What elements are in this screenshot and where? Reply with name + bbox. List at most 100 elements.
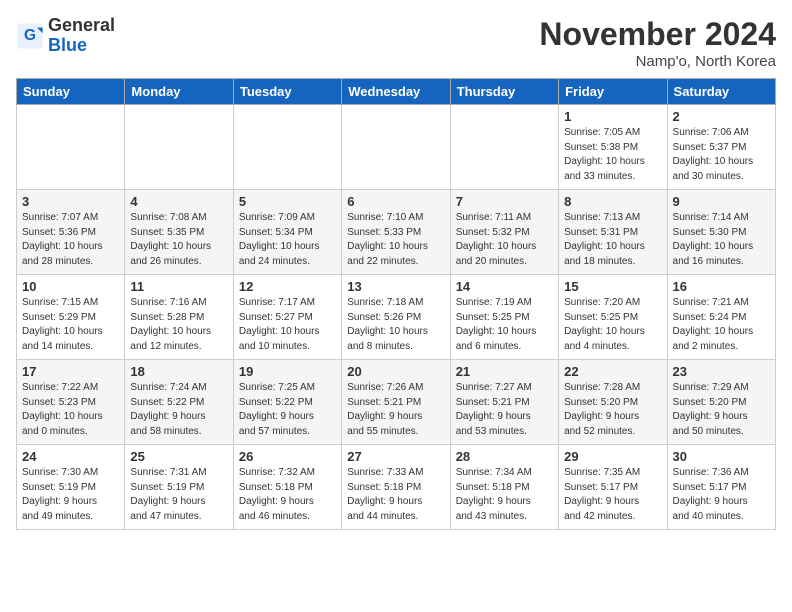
day-number: 16 xyxy=(673,279,770,294)
day-info: Sunrise: 7:35 AM Sunset: 5:17 PM Dayligh… xyxy=(564,466,661,524)
calendar-cell: 22 Sunrise: 7:28 AM Sunset: 5:20 PM Dayli… xyxy=(559,360,667,445)
calendar-header: SundayMondayTuesdayWednesdayThursdayFrid… xyxy=(17,79,776,105)
day-number: 22 xyxy=(564,364,661,379)
day-number: 18 xyxy=(130,364,227,379)
day-header-sunday: Sunday xyxy=(17,79,125,105)
calendar-body: 1 Sunrise: 7:05 AM Sunset: 5:38 PM Daylig… xyxy=(17,105,776,530)
day-info: Sunrise: 7:08 AM Sunset: 5:35 PM Dayligh… xyxy=(130,211,227,269)
day-number: 20 xyxy=(347,364,444,379)
day-info: Sunrise: 7:05 AM Sunset: 5:38 PM Dayligh… xyxy=(564,126,661,184)
day-number: 5 xyxy=(239,194,336,209)
calendar-cell: 11 Sunrise: 7:16 AM Sunset: 5:28 PM Dayli… xyxy=(125,275,233,360)
calendar-cell xyxy=(233,105,341,190)
day-number: 15 xyxy=(564,279,661,294)
day-info: Sunrise: 7:09 AM Sunset: 5:34 PM Dayligh… xyxy=(239,211,336,269)
day-info: Sunrise: 7:19 AM Sunset: 5:25 PM Dayligh… xyxy=(456,296,553,354)
calendar-cell: 12Sunrise: 7:17 AM Sunset: 5:27 PM Dayli… xyxy=(233,275,341,360)
day-header-thursday: Thursday xyxy=(450,79,558,105)
day-number: 14 xyxy=(456,279,553,294)
day-info: Sunrise: 7:10 AM Sunset: 5:33 PM Dayligh… xyxy=(347,211,444,269)
day-number: 12 xyxy=(239,279,336,294)
day-number: 9 xyxy=(673,194,770,209)
day-number: 21 xyxy=(456,364,553,379)
week-row-3: 10 Sunrise: 7:15 AM Sunset: 5:29 PM Dayli… xyxy=(17,275,776,360)
calendar-cell: 1 Sunrise: 7:05 AM Sunset: 5:38 PM Daylig… xyxy=(559,105,667,190)
day-number: 2 xyxy=(673,109,770,124)
calendar-cell: 5 Sunrise: 7:09 AM Sunset: 5:34 PM Daylig… xyxy=(233,190,341,275)
day-header-tuesday: Tuesday xyxy=(233,79,341,105)
day-number: 30 xyxy=(673,449,770,464)
day-info: Sunrise: 7:27 AM Sunset: 5:21 PM Dayligh… xyxy=(456,381,553,439)
calendar-cell: 24 Sunrise: 7:30 AM Sunset: 5:19 PM Dayli… xyxy=(17,445,125,530)
calendar-cell: 4 Sunrise: 7:08 AM Sunset: 5:35 PM Daylig… xyxy=(125,190,233,275)
day-info: Sunrise: 7:18 AM Sunset: 5:26 PM Dayligh… xyxy=(347,296,444,354)
calendar-cell xyxy=(342,105,450,190)
week-row-1: 1 Sunrise: 7:05 AM Sunset: 5:38 PM Daylig… xyxy=(17,105,776,190)
day-info: Sunrise: 7:21 AM Sunset: 5:24 PM Dayligh… xyxy=(673,296,770,354)
calendar-cell: 2 Sunrise: 7:06 AM Sunset: 5:37 PM Daylig… xyxy=(667,105,775,190)
day-info: Sunrise: 7:16 AM Sunset: 5:28 PM Dayligh… xyxy=(130,296,227,354)
logo-blue-text: Blue xyxy=(48,35,87,55)
calendar-cell: 6 Sunrise: 7:10 AM Sunset: 5:33 PM Daylig… xyxy=(342,190,450,275)
day-info: Sunrise: 7:11 AM Sunset: 5:32 PM Dayligh… xyxy=(456,211,553,269)
day-number: 11 xyxy=(130,279,227,294)
day-header-saturday: Saturday xyxy=(667,79,775,105)
calendar-cell xyxy=(125,105,233,190)
calendar-cell: 28Sunrise: 7:34 AM Sunset: 5:18 PM Dayli… xyxy=(450,445,558,530)
calendar-cell: 15 Sunrise: 7:20 AM Sunset: 5:25 PM Dayli… xyxy=(559,275,667,360)
day-number: 29 xyxy=(564,449,661,464)
calendar-cell: 17Sunrise: 7:22 AM Sunset: 5:23 PM Dayli… xyxy=(17,360,125,445)
day-info: Sunrise: 7:33 AM Sunset: 5:18 PM Dayligh… xyxy=(347,466,444,524)
calendar-table: SundayMondayTuesdayWednesdayThursdayFrid… xyxy=(16,78,776,530)
logo-general-text: General xyxy=(48,15,115,35)
calendar-cell: 10 Sunrise: 7:15 AM Sunset: 5:29 PM Dayli… xyxy=(17,275,125,360)
day-number: 1 xyxy=(564,109,661,124)
calendar-cell: 27Sunrise: 7:33 AM Sunset: 5:18 PM Dayli… xyxy=(342,445,450,530)
logo: G General Blue xyxy=(16,16,115,56)
calendar-title: November 2024 xyxy=(539,16,776,53)
day-number: 17 xyxy=(22,364,119,379)
calendar-cell: 23 Sunrise: 7:29 AM Sunset: 5:20 PM Dayli… xyxy=(667,360,775,445)
logo-icon: G xyxy=(16,22,44,50)
day-number: 3 xyxy=(22,194,119,209)
day-info: Sunrise: 7:15 AM Sunset: 5:29 PM Dayligh… xyxy=(22,296,119,354)
day-number: 7 xyxy=(456,194,553,209)
calendar-cell: 19Sunrise: 7:25 AM Sunset: 5:22 PM Dayli… xyxy=(233,360,341,445)
day-number: 23 xyxy=(673,364,770,379)
day-header-monday: Monday xyxy=(125,79,233,105)
calendar-subtitle: Namp'o, North Korea xyxy=(539,53,776,70)
day-info: Sunrise: 7:28 AM Sunset: 5:20 PM Dayligh… xyxy=(564,381,661,439)
day-header-friday: Friday xyxy=(559,79,667,105)
header-row: SundayMondayTuesdayWednesdayThursdayFrid… xyxy=(17,79,776,105)
day-info: Sunrise: 7:31 AM Sunset: 5:19 PM Dayligh… xyxy=(130,466,227,524)
title-block: November 2024 Namp'o, North Korea xyxy=(539,16,776,70)
day-number: 25 xyxy=(130,449,227,464)
day-info: Sunrise: 7:13 AM Sunset: 5:31 PM Dayligh… xyxy=(564,211,661,269)
day-number: 4 xyxy=(130,194,227,209)
day-info: Sunrise: 7:07 AM Sunset: 5:36 PM Dayligh… xyxy=(22,211,119,269)
day-number: 24 xyxy=(22,449,119,464)
calendar-cell: 8 Sunrise: 7:13 AM Sunset: 5:31 PM Daylig… xyxy=(559,190,667,275)
day-info: Sunrise: 7:20 AM Sunset: 5:25 PM Dayligh… xyxy=(564,296,661,354)
day-info: Sunrise: 7:30 AM Sunset: 5:19 PM Dayligh… xyxy=(22,466,119,524)
day-info: Sunrise: 7:06 AM Sunset: 5:37 PM Dayligh… xyxy=(673,126,770,184)
day-info: Sunrise: 7:29 AM Sunset: 5:20 PM Dayligh… xyxy=(673,381,770,439)
calendar-cell: 7 Sunrise: 7:11 AM Sunset: 5:32 PM Daylig… xyxy=(450,190,558,275)
day-header-wednesday: Wednesday xyxy=(342,79,450,105)
day-number: 8 xyxy=(564,194,661,209)
calendar-cell xyxy=(450,105,558,190)
calendar-cell: 20 Sunrise: 7:26 AM Sunset: 5:21 PM Dayli… xyxy=(342,360,450,445)
calendar-cell: 13Sunrise: 7:18 AM Sunset: 5:26 PM Dayli… xyxy=(342,275,450,360)
day-number: 10 xyxy=(22,279,119,294)
calendar-cell: 30Sunrise: 7:36 AM Sunset: 5:17 PM Dayli… xyxy=(667,445,775,530)
calendar-cell: 14 Sunrise: 7:19 AM Sunset: 5:25 PM Dayli… xyxy=(450,275,558,360)
day-info: Sunrise: 7:24 AM Sunset: 5:22 PM Dayligh… xyxy=(130,381,227,439)
day-number: 19 xyxy=(239,364,336,379)
day-info: Sunrise: 7:32 AM Sunset: 5:18 PM Dayligh… xyxy=(239,466,336,524)
calendar-cell: 26Sunrise: 7:32 AM Sunset: 5:18 PM Dayli… xyxy=(233,445,341,530)
calendar-cell: 21 Sunrise: 7:27 AM Sunset: 5:21 PM Dayli… xyxy=(450,360,558,445)
day-number: 6 xyxy=(347,194,444,209)
day-info: Sunrise: 7:26 AM Sunset: 5:21 PM Dayligh… xyxy=(347,381,444,439)
calendar-cell: 29 Sunrise: 7:35 AM Sunset: 5:17 PM Dayli… xyxy=(559,445,667,530)
calendar-cell: 3 Sunrise: 7:07 AM Sunset: 5:36 PM Daylig… xyxy=(17,190,125,275)
